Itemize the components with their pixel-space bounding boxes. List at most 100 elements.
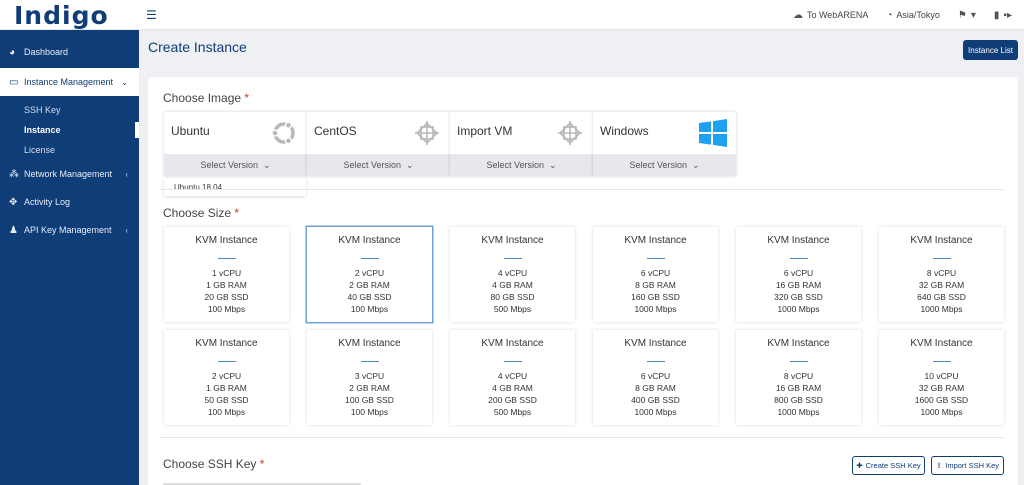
sidebar-item-api-key-management[interactable]: ♟ API Key Management ‹ (0, 216, 139, 244)
ram-spec-unit: RAM (370, 280, 390, 290)
bandwidth-spec-value: 100 (350, 304, 365, 314)
choose-image-heading: Choose Image * (163, 91, 249, 105)
activity-icon: ✥ (9, 196, 18, 208)
bandwidth-spec: 100 Mbps (164, 303, 289, 315)
image-card-centos[interactable]: CentOS Select Version ⌄ (307, 112, 450, 176)
ram-spec: 32 GB RAM (879, 279, 1004, 291)
sidebar-item-activity-log[interactable]: ✥ Activity Log (0, 188, 139, 216)
bandwidth-spec-unit: Mbps (367, 304, 389, 314)
select-version-dropdown[interactable]: Select Version ⌄ (164, 154, 307, 176)
vcpu-spec-value: 8 (783, 371, 789, 381)
import-ssh-key-button[interactable]: ⇪ Import SSH Key (931, 456, 1004, 475)
size-card[interactable]: KVM Instance 2 vCPU 1 GB RAM 50 GB SSD 100 M… (164, 330, 289, 425)
vcpu-spec-value: 2 (211, 371, 217, 381)
user-menu[interactable]: ▮ ▪▸ (994, 10, 1012, 21)
image-card-ubuntu[interactable]: Ubuntu Select Version ⌄ (164, 112, 307, 176)
size-card-divider (217, 258, 236, 259)
brand-logo[interactable]: Indigo (0, 0, 139, 30)
instance-list-button[interactable]: Instance List (963, 40, 1018, 60)
sidebar-item-dashboard[interactable]: ◕ Dashboard (0, 38, 139, 66)
timezone-selector[interactable]: ◔ Asia/Tokyo (886, 10, 940, 21)
ssd-spec-value: 800 GB (774, 395, 803, 405)
vcpu-spec: 2 vCPU (164, 370, 289, 382)
dropdown-option-ubuntu-18-04[interactable]: Ubuntu 18.04 (164, 178, 306, 196)
size-card-title: KVM Instance (481, 235, 544, 246)
size-card[interactable]: KVM Instance 2 vCPU 2 GB RAM 40 GB SSD 100 M… (307, 227, 432, 322)
select-version-dropdown[interactable]: Select Version ⌄ (307, 154, 450, 176)
bandwidth-spec-value: 1000 (777, 407, 797, 417)
sidebar-subitem-license[interactable]: License (0, 140, 139, 160)
chevron-left-icon: ‹ (125, 225, 128, 235)
required-mark: * (234, 206, 240, 220)
select-version-dropdown[interactable]: Select Version ⌄ (450, 154, 593, 176)
size-card[interactable]: KVM Instance 6 vCPU 16 GB RAM 320 GB SSD 100… (736, 227, 861, 322)
upload-icon: ⇪ (935, 461, 943, 470)
sidebar-subitem-instance[interactable]: Instance (0, 120, 139, 140)
ssd-spec-value: 1600 GB (914, 395, 949, 405)
vcpu-spec-value: 4 (497, 268, 503, 278)
image-card-windows[interactable]: Windows Select Version ⌄ (593, 112, 736, 176)
create-ssh-key-label: Create SSH Key (865, 461, 921, 470)
sidebar-item-instance-management[interactable]: ▭ Instance Management ⌄ (0, 68, 139, 96)
size-card[interactable]: KVM Instance 3 vCPU 2 GB RAM 100 GB SSD 100 … (307, 330, 432, 425)
size-card-title: KVM Instance (195, 338, 258, 349)
bandwidth-spec: 1000 Mbps (736, 406, 861, 418)
ssd-spec-unit: SSD (376, 395, 394, 405)
size-card[interactable]: KVM Instance 6 vCPU 8 GB RAM 400 GB SSD 1000… (593, 330, 718, 425)
bandwidth-spec-unit: Mbps (224, 407, 246, 417)
size-card[interactable]: KVM Instance 8 vCPU 16 GB RAM 800 GB SSD 100… (736, 330, 861, 425)
vcpu-spec: 6 vCPU (593, 267, 718, 279)
sidebar: ◕ Dashboard ▭ Instance Management ⌄ SSH … (0, 30, 139, 485)
language-menu[interactable]: ⚑ ▾ (958, 10, 976, 21)
ram-spec-unit: RAM (802, 383, 822, 393)
size-card[interactable]: KVM Instance 4 vCPU 4 GB RAM 200 GB SSD 500 … (450, 330, 575, 425)
vcpu-spec-value: 8 (926, 268, 932, 278)
chevron-down-icon: ⌄ (406, 159, 414, 170)
ssd-spec-unit: SSD (805, 292, 823, 302)
size-card[interactable]: KVM Instance 4 vCPU 4 GB RAM 80 GB SSD 500 M… (450, 227, 575, 322)
ram-spec-value: 1 GB (206, 383, 226, 393)
ram-spec: 1 GB RAM (164, 279, 289, 291)
image-card-import-vm[interactable]: Import VM Select Version ⌄ (450, 112, 593, 176)
ram-spec-unit: RAM (370, 383, 390, 393)
vcpu-spec: 4 vCPU (450, 267, 575, 279)
ram-spec-unit: RAM (656, 280, 676, 290)
size-card-divider (503, 258, 522, 259)
select-version-dropdown[interactable]: Select Version ⌄ (593, 154, 736, 176)
vcpu-spec: 3 vCPU (307, 370, 432, 382)
ram-spec-unit: RAM (513, 383, 533, 393)
image-name: CentOS (314, 124, 357, 138)
ram-spec-value: 8 GB (635, 383, 655, 393)
size-card-divider (360, 258, 379, 259)
sidebar-item-network-management[interactable]: ⁂ Network Management ‹ (0, 160, 139, 188)
ram-spec: 16 GB RAM (736, 279, 861, 291)
bandwidth-spec: 500 Mbps (450, 406, 575, 418)
sidebar-subitem-label: Instance (24, 125, 61, 135)
language-icon: ⚑ (957, 9, 967, 21)
ram-spec-value: 8 GB (635, 280, 655, 290)
monitor-icon: ▭ (9, 76, 19, 88)
sidebar-item-label: Activity Log (24, 197, 71, 207)
size-card-title: KVM Instance (767, 235, 830, 246)
sidebar-subitem-ssh-key[interactable]: SSH Key (0, 100, 139, 120)
size-card[interactable]: KVM Instance 10 vCPU 32 GB RAM 1600 GB SSD 1… (879, 330, 1004, 425)
ssd-spec-unit: SSD (519, 395, 537, 405)
size-card[interactable]: KVM Instance 6 vCPU 8 GB RAM 160 GB SSD 1000… (593, 227, 718, 322)
create-ssh-key-button[interactable]: ✚ Create SSH Key (852, 456, 925, 475)
ssd-spec: 20 GB SSD (164, 291, 289, 303)
ram-spec-unit: RAM (802, 280, 822, 290)
vcpu-spec-unit: vCPU (504, 268, 528, 278)
centos-logo-icon (415, 121, 439, 145)
size-card[interactable]: KVM Instance 1 vCPU 1 GB RAM 20 GB SSD 100 M… (164, 227, 289, 322)
size-card[interactable]: KVM Instance 8 vCPU 32 GB RAM 640 GB SSD 100… (879, 227, 1004, 322)
webarena-link[interactable]: ☁ To WebARENA (793, 10, 868, 21)
bandwidth-spec-value: 1000 (777, 304, 797, 314)
page-title: Create Instance (148, 39, 247, 55)
vcpu-spec-unit: vCPU (218, 268, 242, 278)
size-card-title: KVM Instance (910, 338, 973, 349)
bandwidth-spec-unit: Mbps (510, 407, 532, 417)
size-card-divider (217, 361, 236, 362)
ssd-spec-value: 200 GB (488, 395, 517, 405)
sidebar-item-label: Instance Management (24, 77, 114, 87)
menu-toggle-icon[interactable]: ☰ (146, 8, 157, 22)
